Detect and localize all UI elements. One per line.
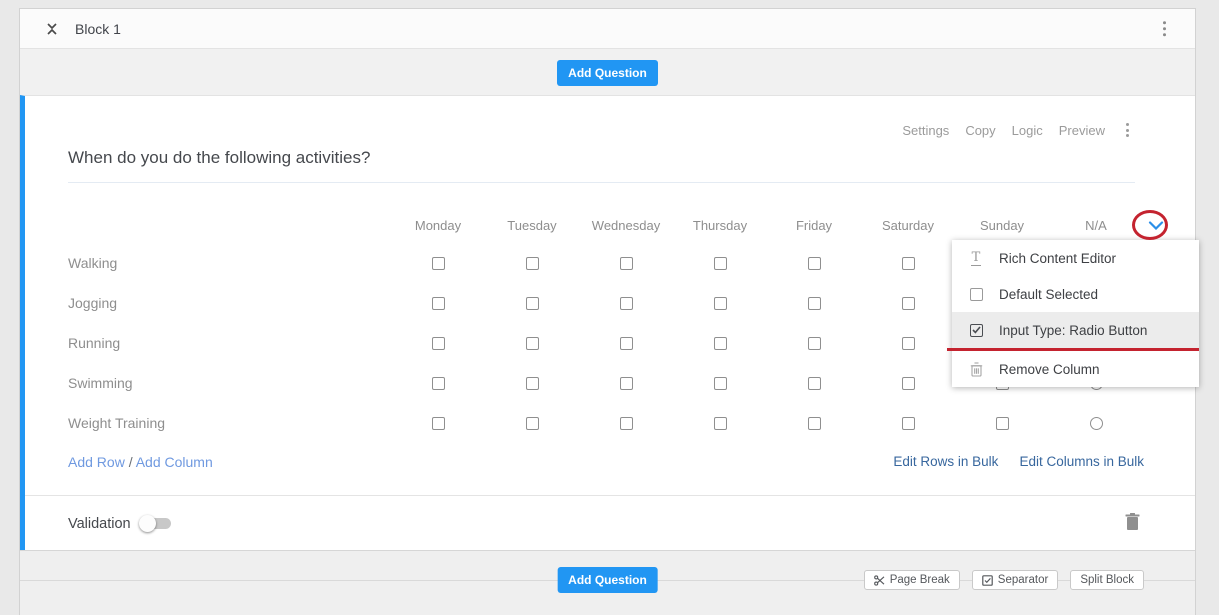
matrix-checkbox[interactable] <box>714 377 727 390</box>
matrix-checkbox[interactable] <box>714 297 727 310</box>
separator-label: Separator <box>998 574 1049 586</box>
matrix-checkbox[interactable] <box>526 417 539 430</box>
survey-builder-page: Block 1 Add Question Settings Copy Logic… <box>0 0 1219 615</box>
split-block-label: Split Block <box>1080 574 1134 586</box>
matrix-checkbox[interactable] <box>808 417 821 430</box>
matrix-checkbox[interactable] <box>526 257 539 270</box>
menu-item-default-selected[interactable]: Default Selected <box>952 276 1199 312</box>
block-options-kebab-icon[interactable] <box>1160 18 1170 40</box>
logic-link[interactable]: Logic <box>1012 123 1043 138</box>
matrix-checkbox[interactable] <box>432 257 445 270</box>
matrix-checkbox[interactable] <box>808 337 821 350</box>
matrix-checkbox[interactable] <box>714 257 727 270</box>
add-question-button-top[interactable]: Add Question <box>557 60 658 86</box>
block-tools: Page Break Separator Split Block <box>864 570 1144 590</box>
page-break-button[interactable]: Page Break <box>864 570 960 590</box>
matrix-checkbox[interactable] <box>526 337 539 350</box>
separator-button[interactable]: Separator <box>972 570 1059 590</box>
question-options-kebab-icon[interactable] <box>1123 120 1132 140</box>
matrix-checkbox[interactable] <box>902 297 915 310</box>
matrix-row-label[interactable]: Running <box>68 335 391 351</box>
matrix-checkbox[interactable] <box>902 257 915 270</box>
menu-item-label: Input Type: Radio Button <box>999 323 1147 338</box>
matrix-header-row: Monday Tuesday Wednesday Thursday Friday… <box>68 208 1169 243</box>
bulk-edit-links: Edit Rows in Bulk Edit Columns in Bulk <box>893 454 1144 469</box>
block-header: Block 1 <box>20 9 1195 49</box>
bottom-add-question-strip: Add Question Page Break Separator <box>20 550 1195 615</box>
collapse-block-icon[interactable] <box>44 21 60 37</box>
menu-item-input-type-radio-button[interactable]: Input Type: Radio Button <box>952 312 1199 348</box>
menu-item-label: Default Selected <box>999 287 1098 302</box>
split-block-button[interactable]: Split Block <box>1070 570 1144 590</box>
matrix-checkbox[interactable] <box>620 337 633 350</box>
matrix-checkbox[interactable] <box>620 297 633 310</box>
matrix-checkbox[interactable] <box>808 377 821 390</box>
menu-item-label: Remove Column <box>999 362 1100 377</box>
column-header-thursday[interactable]: Thursday <box>673 218 767 233</box>
matrix-row-label[interactable]: Walking <box>68 255 391 271</box>
matrix-row-label[interactable]: Jogging <box>68 295 391 311</box>
block-title: Block 1 <box>75 21 121 37</box>
column-header-wednesday[interactable]: Wednesday <box>579 218 673 233</box>
top-add-question-strip: Add Question <box>20 49 1195 96</box>
scissors-icon <box>874 575 885 586</box>
matrix-checkbox[interactable] <box>620 377 633 390</box>
matrix-checkbox[interactable] <box>808 257 821 270</box>
trash-icon <box>967 362 985 377</box>
column-header-tuesday[interactable]: Tuesday <box>485 218 579 233</box>
validation-toggle[interactable] <box>141 518 171 529</box>
matrix-checkbox[interactable] <box>432 297 445 310</box>
matrix-radio[interactable] <box>1090 417 1103 430</box>
column-menu-chevron-down-icon[interactable] <box>1143 221 1169 230</box>
checked-box-icon <box>982 575 993 586</box>
add-row-link[interactable]: Add Row <box>68 454 125 470</box>
column-header-monday[interactable]: Monday <box>391 218 485 233</box>
column-header-na[interactable]: N/A <box>1049 218 1143 233</box>
matrix-checkbox[interactable] <box>714 337 727 350</box>
edit-columns-bulk-link[interactable]: Edit Columns in Bulk <box>1019 454 1144 469</box>
add-column-link[interactable]: Add Column <box>136 454 213 470</box>
preview-link[interactable]: Preview <box>1059 123 1105 138</box>
page-break-label: Page Break <box>890 574 950 586</box>
link-separator: / <box>129 454 133 470</box>
matrix-checkbox[interactable] <box>902 337 915 350</box>
add-question-button-bottom[interactable]: Add Question <box>557 567 658 593</box>
matrix-checkbox[interactable] <box>620 417 633 430</box>
matrix-checkbox[interactable] <box>996 417 1009 430</box>
matrix-checkbox[interactable] <box>526 377 539 390</box>
matrix-row-label[interactable]: Weight Training <box>68 415 391 431</box>
annotation-underline <box>947 348 1199 351</box>
matrix-checkbox[interactable] <box>432 337 445 350</box>
rich-text-icon: T <box>967 251 985 266</box>
matrix-checkbox[interactable] <box>808 297 821 310</box>
matrix-checkbox[interactable] <box>526 297 539 310</box>
column-header-sunday[interactable]: Sunday <box>955 218 1049 233</box>
matrix-checkbox[interactable] <box>432 377 445 390</box>
validation-label: Validation <box>68 516 131 532</box>
copy-link[interactable]: Copy <box>965 123 995 138</box>
matrix-checkbox[interactable] <box>620 257 633 270</box>
menu-item-rich-content-editor[interactable]: T Rich Content Editor <box>952 240 1199 276</box>
checkbox-empty-icon <box>967 288 985 301</box>
matrix-row-label[interactable]: Swimming <box>68 375 391 391</box>
matrix-checkbox[interactable] <box>432 417 445 430</box>
edit-rows-bulk-link[interactable]: Edit Rows in Bulk <box>893 454 998 469</box>
menu-item-remove-column[interactable]: Remove Column <box>952 351 1199 387</box>
matrix-checkbox[interactable] <box>714 417 727 430</box>
column-header-saturday[interactable]: Saturday <box>861 218 955 233</box>
menu-item-label: Rich Content Editor <box>999 251 1116 266</box>
matrix-checkbox[interactable] <box>902 377 915 390</box>
delete-question-trash-icon[interactable] <box>1125 512 1140 535</box>
matrix-checkbox[interactable] <box>902 417 915 430</box>
checkbox-checked-icon <box>967 324 985 337</box>
column-header-friday[interactable]: Friday <box>767 218 861 233</box>
question-title[interactable]: When do you do the following activities? <box>68 148 1135 183</box>
matrix-row-weight-training: Weight Training <box>68 403 1169 443</box>
column-options-menu: T Rich Content Editor Default Selected I… <box>952 240 1199 387</box>
settings-link[interactable]: Settings <box>902 123 949 138</box>
row-column-links: Add Row / Add Column <box>68 454 213 470</box>
validation-bar: Validation <box>25 495 1195 551</box>
question-toolbar: Settings Copy Logic Preview <box>902 120 1132 140</box>
